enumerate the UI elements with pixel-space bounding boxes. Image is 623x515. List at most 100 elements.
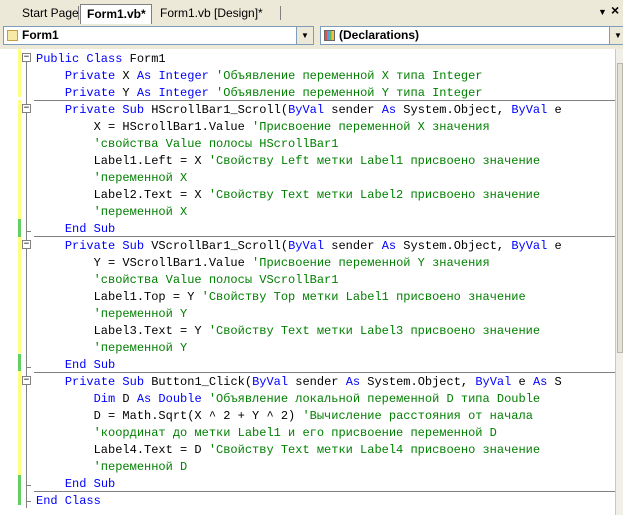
class-name-dropdown[interactable]: Form1 ▼ — [3, 26, 314, 45]
tab-start-page[interactable]: Start Page — [16, 4, 79, 23]
tab-divider — [78, 6, 79, 20]
tab-form1-design[interactable]: Form1.vb [Design]* — [154, 4, 280, 23]
tab-form1-vb[interactable]: Form1.vb* — [80, 4, 152, 25]
code-line[interactable]: 'свойства Value полосы HScrollBar1 — [36, 136, 339, 153]
code-comment: 'переменной D — [36, 460, 188, 474]
tab-list-dropdown-icon[interactable]: ▼ — [598, 5, 607, 19]
class-icon — [7, 30, 18, 41]
code-text: VScrollBar1_Scroll( — [144, 239, 289, 253]
procedure-separator — [34, 236, 615, 237]
code-keyword: As — [381, 103, 397, 117]
code-line[interactable]: Private Y As Integer 'Объявление перемен… — [36, 85, 483, 102]
saved-lines-marker — [18, 354, 21, 371]
code-line[interactable]: Public Class Form1 — [36, 51, 166, 68]
chevron-down-icon[interactable]: ▼ — [609, 27, 623, 44]
document-tab-strip: Start Page Form1.vb* Form1.vb [Design]* … — [0, 0, 623, 25]
code-line[interactable]: Label1.Top = Y 'Свойству Top метки Label… — [36, 289, 526, 306]
code-comment: 'Объявление переменной Y типа Integer — [208, 86, 483, 100]
code-keyword: ByVal — [288, 103, 325, 117]
code-keyword: ByVal — [475, 375, 512, 389]
outline-end-tick — [26, 367, 31, 368]
code-keyword: Public Class — [36, 52, 123, 66]
code-line[interactable]: End Class — [36, 493, 101, 510]
collapse-sub-icon[interactable]: − — [22, 104, 31, 113]
code-comment: 'Объявление переменной X типа Integer — [208, 69, 483, 83]
code-line[interactable]: X = HScrollBar1.Value 'Присвоение переме… — [36, 119, 490, 136]
procedure-separator — [34, 372, 615, 373]
code-text: Label1.Top = Y — [36, 290, 202, 304]
code-keyword: ByVal — [252, 375, 289, 389]
collapse-sub-icon[interactable]: − — [22, 376, 31, 385]
code-text: Y = VScrollBar1.Value — [36, 256, 253, 270]
code-keyword: As — [381, 239, 397, 253]
method-name-dropdown[interactable]: (Declarations) ▼ — [320, 26, 623, 45]
code-text: Y — [115, 86, 137, 100]
code-line[interactable]: 'переменной Y — [36, 306, 188, 323]
code-comment: 'свойства Value полосы VScrollBar1 — [36, 273, 339, 287]
code-line[interactable]: Label1.Left = X 'Свойству Left метки Lab… — [36, 153, 540, 170]
code-line[interactable]: Y = VScrollBar1.Value 'Присвоение переме… — [36, 255, 490, 272]
code-comment: 'Присвоение переменной X значения — [252, 120, 490, 134]
code-line[interactable]: Label4.Text = D 'Свойству Text метки Lab… — [36, 442, 540, 459]
code-line[interactable]: 'переменной X — [36, 204, 188, 221]
code-editor[interactable]: − − − − Public Class Form1 Private X As … — [0, 49, 615, 515]
code-line[interactable]: Private Sub VScrollBar1_Scroll(ByVal sen… — [36, 238, 562, 255]
code-text: e — [547, 103, 562, 117]
code-comment: 'свойства Value полосы HScrollBar1 — [36, 137, 339, 151]
code-keyword: Private — [64, 86, 116, 100]
scrollbar-thumb[interactable] — [617, 63, 623, 353]
code-comment: 'Свойству Text метки Label2 присвоено зн… — [208, 188, 541, 202]
code-text: Button1_Click( — [144, 375, 253, 389]
procedure-separator — [34, 491, 615, 492]
code-line[interactable]: 'свойства Value полосы VScrollBar1 — [36, 272, 339, 289]
code-line[interactable]: D = Math.Sqrt(X ^ 2 + Y ^ 2) 'Вычисление… — [36, 408, 533, 425]
code-comment: 'переменной X — [36, 171, 188, 185]
code-text: HScrollBar1_Scroll( — [144, 103, 289, 117]
navigation-bar: Form1 ▼ (Declarations) ▼ — [0, 24, 623, 48]
code-text: System.Object, — [360, 375, 476, 389]
code-line[interactable]: End Sub — [36, 221, 115, 238]
code-line[interactable]: Private X As Integer 'Объявление перемен… — [36, 68, 483, 85]
code-text: sender — [324, 103, 382, 117]
code-line[interactable]: End Sub — [36, 476, 115, 493]
code-text: Label3.Text = Y — [36, 324, 209, 338]
code-line[interactable]: 'переменной X — [36, 170, 188, 187]
code-comment: 'переменной Y — [36, 341, 188, 355]
code-keyword: ByVal — [511, 239, 548, 253]
code-line[interactable]: 'координат до метки Label1 и его присвое… — [36, 425, 497, 442]
collapse-sub-icon[interactable]: − — [22, 240, 31, 249]
code-line[interactable]: Label3.Text = Y 'Свойству Text метки Lab… — [36, 323, 540, 340]
code-keyword: Private Sub — [64, 239, 145, 253]
code-keyword: End Sub — [64, 477, 116, 491]
code-text: System.Object, — [396, 103, 512, 117]
outline-line — [26, 62, 27, 508]
vertical-scrollbar[interactable] — [615, 49, 623, 515]
outline-end-tick — [26, 485, 31, 486]
code-text: D = Math.Sqrt(X ^ 2 + Y ^ 2) — [36, 409, 303, 423]
code-line[interactable]: Label2.Text = X 'Свойству Text метки Lab… — [36, 187, 540, 204]
code-text: Label1.Left = X — [36, 154, 209, 168]
code-keyword: Private Sub — [64, 375, 145, 389]
code-line[interactable]: 'переменной Y — [36, 340, 188, 357]
collapse-class-icon[interactable]: − — [22, 53, 31, 62]
code-line[interactable]: Dim D As Double 'Объявление локальной пе… — [36, 391, 541, 408]
code-line[interactable]: Private Sub HScrollBar1_Scroll(ByVal sen… — [36, 102, 562, 119]
changed-lines-marker — [18, 371, 21, 475]
code-line[interactable]: 'переменной D — [36, 459, 188, 476]
saved-lines-marker — [18, 219, 21, 237]
chevron-down-icon[interactable]: ▼ — [296, 27, 313, 44]
saved-lines-marker — [18, 475, 21, 505]
code-line[interactable]: End Sub — [36, 357, 115, 374]
code-keyword: As — [532, 375, 548, 389]
method-name-value: (Declarations) — [339, 28, 420, 42]
code-text: S — [547, 375, 562, 389]
close-tab-icon[interactable]: × — [611, 3, 619, 17]
changed-lines-marker — [18, 100, 21, 219]
code-text: e — [511, 375, 533, 389]
code-line[interactable]: Private Sub Button1_Click(ByVal sender A… — [36, 374, 562, 391]
